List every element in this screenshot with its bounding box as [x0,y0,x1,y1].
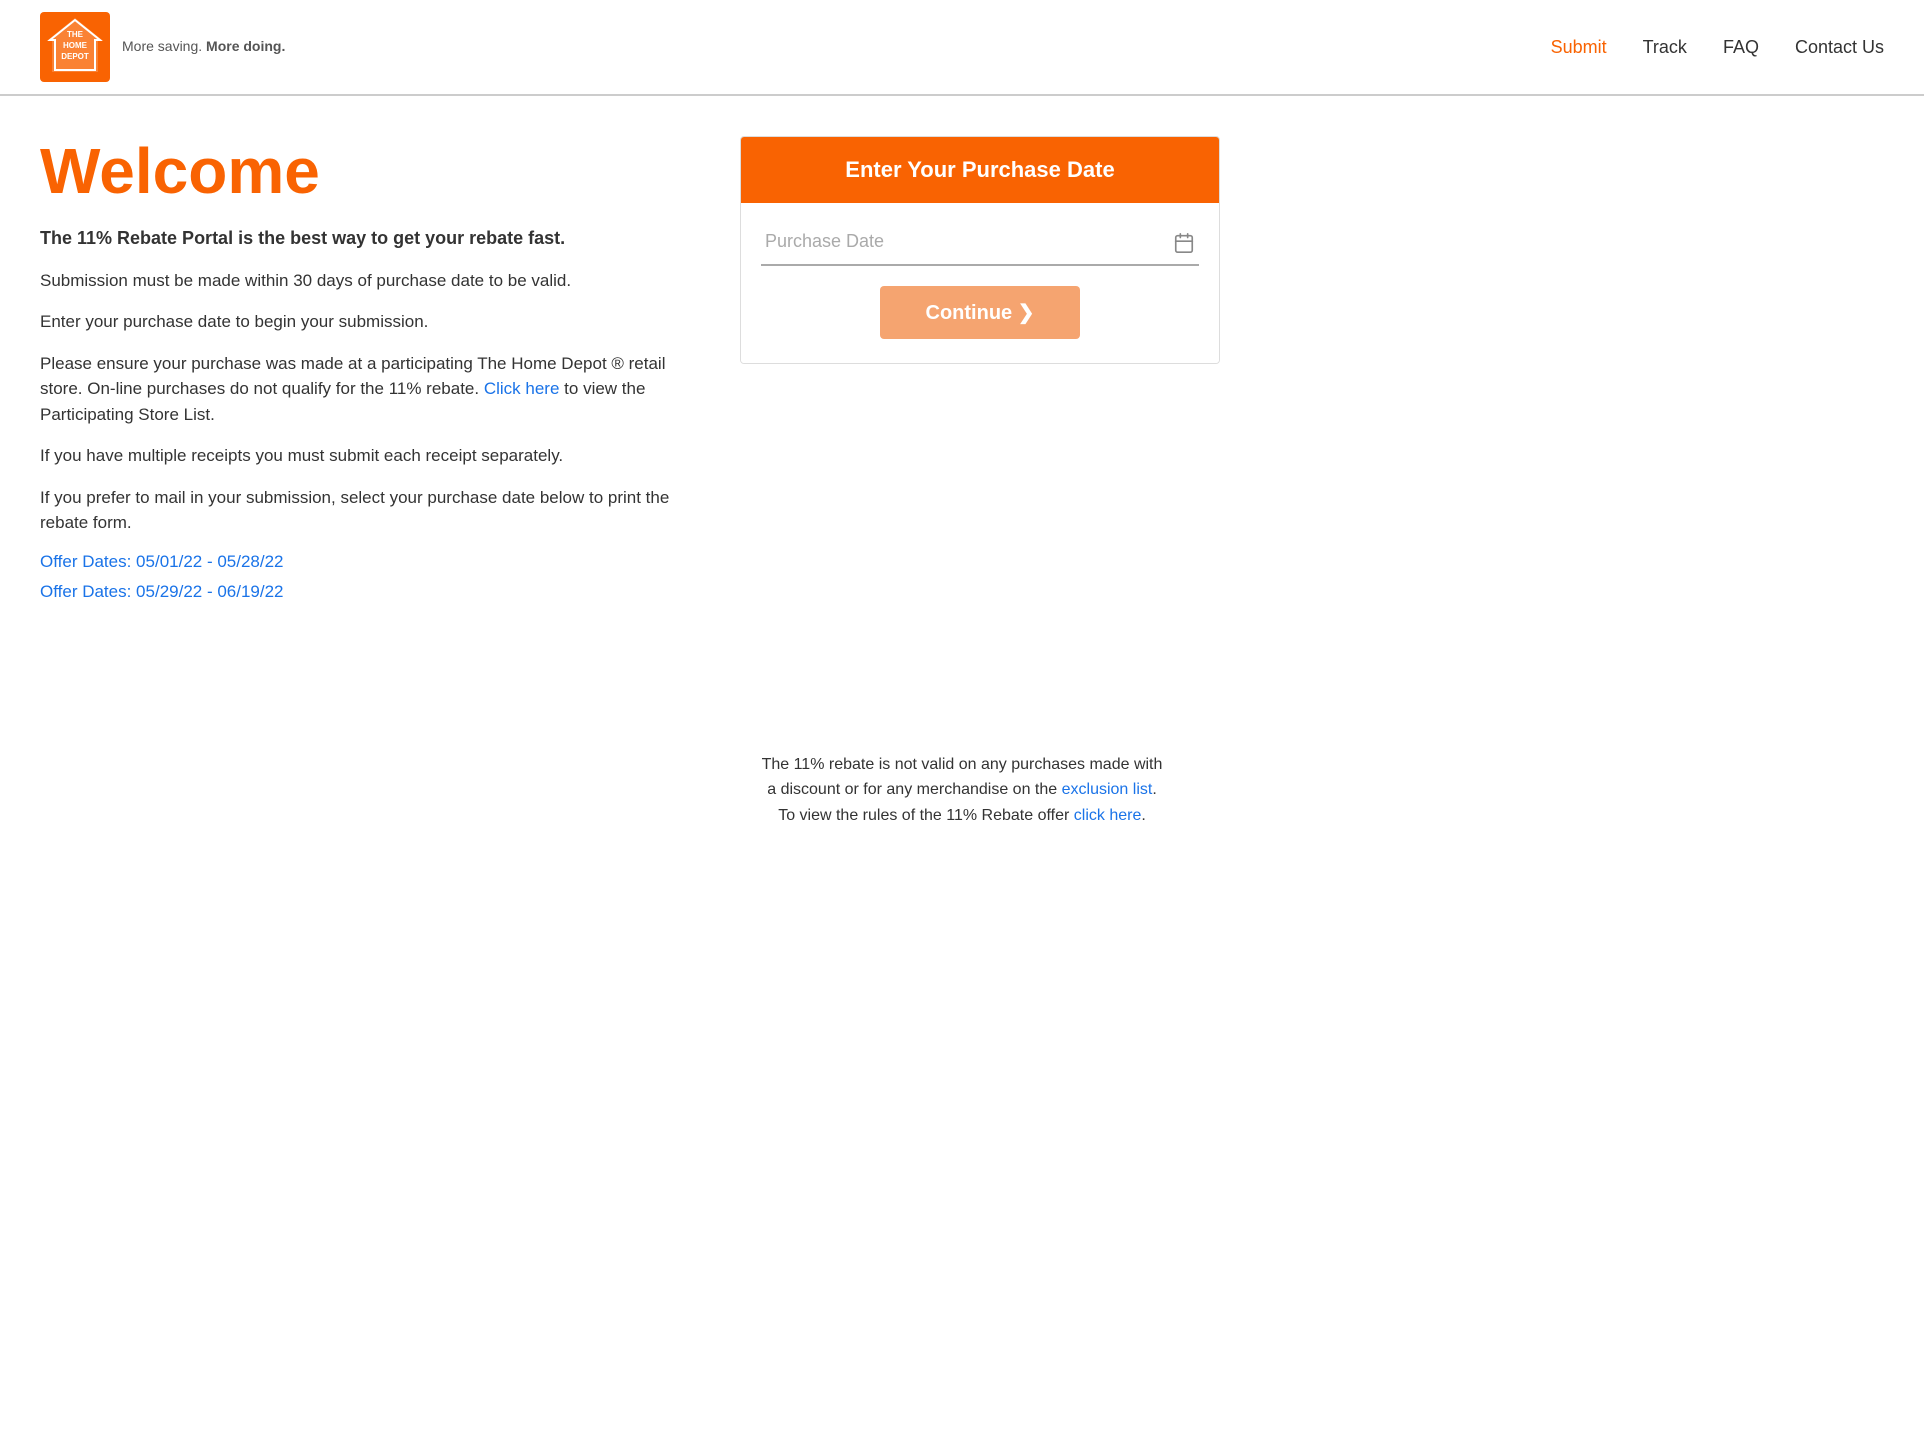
bottom-line2-before: a discount or for any merchandise on the [767,781,1061,798]
calendar-icon [1173,232,1195,260]
bottom-line1: The 11% rebate is not valid on any purch… [762,756,1163,773]
tagline: More saving. More doing. [122,38,285,54]
exclusion-list-link[interactable]: exclusion list [1062,781,1153,798]
bottom-line3-after: . [1141,807,1145,824]
nav-submit[interactable]: Submit [1551,37,1607,58]
bottom-line2-after: . [1152,781,1156,798]
right-column: Enter Your Purchase Date Continue ❯ [740,136,1220,612]
click-here-rules-link[interactable]: click here [1074,807,1142,824]
offer-link-2[interactable]: Offer Dates: 05/29/22 - 06/19/22 [40,582,680,602]
bottom-line3-before: To view the rules of the 11% Rebate offe… [778,807,1074,824]
logo-area: THE HOME DEPOT More saving. More doing. [40,12,285,82]
para5: If you prefer to mail in your submission… [40,485,680,536]
panel-body: Continue ❯ [741,203,1219,363]
tagline-wrap: More saving. More doing. [122,38,285,56]
svg-text:DEPOT: DEPOT [61,52,89,61]
panel-header: Enter Your Purchase Date [741,137,1219,203]
svg-text:THE: THE [67,30,84,39]
offer-link-1[interactable]: Offer Dates: 05/01/22 - 05/28/22 [40,552,680,572]
left-column: Welcome The 11% Rebate Portal is the bes… [40,136,680,612]
date-input-wrap [761,227,1199,266]
para3: Please ensure your purchase was made at … [40,351,680,428]
click-here-link[interactable]: Click here [484,379,560,398]
para1: Submission must be made within 30 days o… [40,268,680,294]
logo-text: THE HOME DEPOT [40,10,110,85]
logo-box: THE HOME DEPOT [40,12,110,82]
bottom-section: The 11% rebate is not valid on any purch… [0,652,1924,869]
nav-track[interactable]: Track [1643,37,1687,58]
date-panel: Enter Your Purchase Date Continue ❯ [740,136,1220,364]
main-content: Welcome The 11% Rebate Portal is the bes… [0,96,1260,652]
bottom-note: The 11% rebate is not valid on any purch… [40,752,1884,829]
nav-faq[interactable]: FAQ [1723,37,1759,58]
svg-text:HOME: HOME [63,41,88,50]
para2: Enter your purchase date to begin your s… [40,309,680,335]
nav-contact[interactable]: Contact Us [1795,37,1884,58]
purchase-date-input[interactable] [761,227,1199,256]
main-nav: Submit Track FAQ Contact Us [1551,37,1884,58]
subtitle: The 11% Rebate Portal is the best way to… [40,226,680,251]
continue-button[interactable]: Continue ❯ [880,286,1080,339]
para4: If you have multiple receipts you must s… [40,443,680,469]
welcome-heading: Welcome [40,136,680,206]
